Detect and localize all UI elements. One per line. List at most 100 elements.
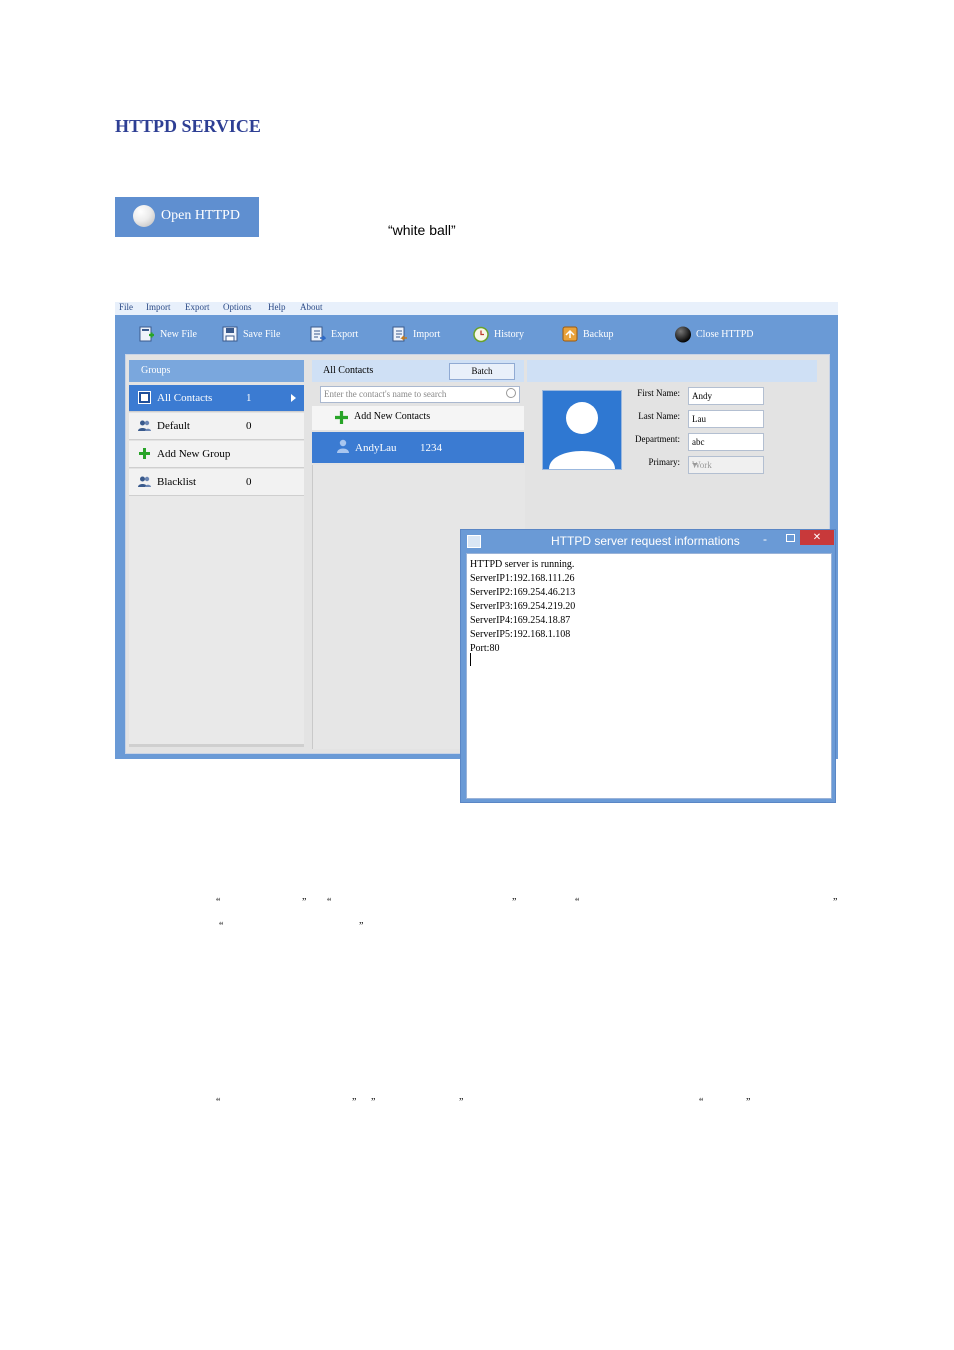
first-name-field[interactable]: Andy	[688, 387, 764, 405]
export-label: Export	[331, 329, 359, 340]
open-httpd-label: Open HTTPD	[161, 208, 240, 223]
quote-mark: ”	[512, 897, 517, 908]
history-clock-icon	[473, 326, 489, 343]
log-line: HTTPD server is running.	[470, 559, 575, 570]
last-name-field[interactable]: Lau	[688, 410, 764, 428]
menu-export[interactable]: Export	[185, 302, 210, 312]
quote-mark: “	[216, 1097, 221, 1108]
group-count: 1	[246, 392, 252, 404]
quote-mark: ”	[371, 1097, 376, 1108]
menu-options[interactable]: Options	[223, 302, 252, 312]
log-line: ServerIP4:169.254.18.87	[470, 615, 571, 626]
log-line: ServerIP3:169.254.219.20	[470, 601, 576, 612]
add-new-contacts-button[interactable]: Add New Contacts	[312, 406, 524, 430]
group-blacklist[interactable]: Blacklist 0	[129, 469, 304, 496]
group-label: Add New Group	[157, 448, 231, 460]
log-line: ServerIP2:169.254.46.213	[470, 587, 576, 598]
menu-bar: File Import Export Options Help About	[115, 302, 838, 315]
group-label: Blacklist	[157, 476, 197, 488]
quote-mark: “	[219, 921, 224, 932]
department-label: Department:	[635, 434, 680, 444]
contacts-book-icon	[138, 391, 151, 404]
log-line: ServerIP1:192.168.111.26	[470, 573, 575, 584]
toolbar: New File Save File Export Import History…	[115, 315, 838, 353]
group-add-new[interactable]: Add New Group	[129, 441, 304, 468]
contacts-header: All Contacts Batch	[312, 360, 524, 382]
people-icon	[138, 476, 151, 487]
chevron-right-icon	[291, 394, 296, 402]
last-name-value: Lau	[692, 414, 706, 424]
quote-mark: “	[327, 897, 332, 908]
menu-about[interactable]: About	[300, 302, 323, 312]
backup-label: Backup	[583, 329, 614, 340]
history-label: History	[494, 329, 524, 340]
save-file-label: Save File	[243, 329, 281, 340]
quote-mark: “	[699, 1097, 704, 1108]
first-name-label: First Name:	[637, 388, 680, 398]
httpd-info-dialog: HTTPD server request informations - ✕ HT…	[460, 529, 836, 803]
import-label: Import	[413, 329, 441, 340]
search-placeholder: Enter the contact's name to search	[324, 389, 447, 399]
menu-file[interactable]: File	[119, 302, 133, 312]
black-ball-icon	[675, 326, 691, 343]
details-header	[527, 360, 817, 382]
people-icon	[138, 420, 151, 431]
group-label: All Contacts	[157, 392, 213, 404]
dialog-app-icon	[467, 535, 481, 548]
primary-label: Primary:	[648, 457, 681, 467]
text-cursor	[470, 653, 471, 666]
group-count: 0	[246, 476, 252, 488]
quote-mark: “	[575, 897, 580, 908]
open-httpd-button[interactable]: Open HTTPD	[115, 197, 259, 237]
contacts-header-label: All Contacts	[323, 365, 374, 376]
maximize-button[interactable]	[786, 534, 795, 542]
groups-header: Groups	[129, 360, 304, 382]
primary-select[interactable]: Work	[688, 456, 764, 474]
search-icon	[506, 388, 516, 398]
white-ball-icon	[133, 205, 155, 227]
group-count: 0	[246, 420, 252, 432]
group-default[interactable]: Default 0	[129, 413, 304, 440]
groups-header-label: Groups	[141, 365, 171, 376]
close-httpd-label: Close HTTPD	[696, 329, 754, 340]
quote-mark: “	[216, 897, 221, 908]
quote-mark: ”	[459, 1097, 464, 1108]
close-button[interactable]: ✕	[800, 530, 834, 545]
add-new-contacts-label: Add New Contacts	[354, 411, 431, 422]
import-icon	[392, 326, 407, 342]
person-icon	[337, 439, 349, 453]
group-all-contacts[interactable]: All Contacts 1	[129, 385, 304, 412]
last-name-label: Last Name:	[638, 411, 680, 421]
contact-list-item[interactable]: AndyLau 1234	[312, 432, 524, 463]
groups-panel-empty	[129, 496, 304, 747]
backup-icon	[562, 326, 578, 342]
first-name-value: Andy	[692, 391, 712, 401]
export-icon	[310, 326, 326, 342]
log-line: Port:80	[470, 643, 500, 654]
contact-number: 1234	[420, 442, 442, 454]
quote-mark: ”	[302, 897, 307, 908]
log-line: ServerIP5:192.168.1.108	[470, 629, 571, 640]
white-ball-note: “white ball”	[388, 222, 456, 238]
quote-mark: ”	[746, 1097, 751, 1108]
batch-button[interactable]: Batch	[449, 363, 515, 380]
save-file-icon	[222, 326, 238, 342]
contact-name: AndyLau	[355, 442, 397, 454]
contact-search-input[interactable]: Enter the contact's name to search	[320, 386, 520, 403]
person-silhouette-icon	[549, 402, 615, 469]
avatar	[542, 390, 622, 470]
app-window: File Import Export Options Help About Ne…	[115, 302, 838, 803]
dialog-log-text[interactable]: HTTPD server is running. ServerIP1:192.1…	[466, 553, 832, 799]
minimize-button[interactable]: -	[763, 532, 767, 546]
quote-mark: ”	[833, 897, 838, 908]
group-label: Default	[157, 420, 190, 432]
chevron-down-icon	[692, 463, 698, 466]
quote-mark: ”	[352, 1097, 357, 1108]
new-file-label: New File	[160, 329, 197, 340]
quote-mark: ”	[359, 921, 364, 932]
main-content: Groups All Contacts 1 Default 0 Add New …	[125, 354, 836, 803]
plus-icon	[139, 448, 150, 459]
menu-import[interactable]: Import	[146, 302, 171, 312]
menu-help[interactable]: Help	[268, 302, 286, 312]
department-field[interactable]: abc	[688, 433, 764, 451]
